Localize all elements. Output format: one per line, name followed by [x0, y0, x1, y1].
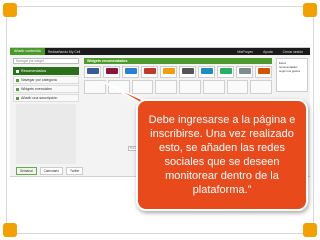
- widget-preview[interactable]: [155, 80, 177, 94]
- widget-tile[interactable]: [103, 66, 120, 78]
- widget-tile[interactable]: [236, 66, 253, 78]
- widget-preview[interactable]: [131, 80, 154, 94]
- tab-calendar[interactable]: Calendario: [39, 166, 64, 175]
- widget-tile[interactable]: [198, 66, 215, 78]
- sidebar-item-essentials[interactable]: Widgets exenciales: [13, 85, 79, 93]
- tab-weekly[interactable]: Semanal: [16, 166, 37, 175]
- widget-tile[interactable]: [179, 66, 196, 78]
- help-link[interactable]: Ayuda: [260, 50, 276, 54]
- sidebar-item-label: Widgets exenciales: [21, 87, 52, 91]
- add-content-button[interactable]: Añadir contenido: [10, 48, 45, 55]
- topbar-link[interactable]: MisProyec: [234, 50, 256, 54]
- app-topbar: Añadir contenido Rediseñando My Cell Mis…: [10, 48, 310, 55]
- bullet-icon: [16, 78, 19, 82]
- bullet-icon: [16, 96, 19, 100]
- widget-preview[interactable]: [84, 80, 106, 94]
- corner-accent: [3, 3, 17, 17]
- logout-link[interactable]: Cerrar sesión: [280, 50, 306, 54]
- widget-logo: [219, 68, 232, 74]
- widget-tile[interactable]: [255, 66, 272, 78]
- widget-preview[interactable]: [202, 80, 225, 94]
- dashboard-panel: [16, 104, 76, 164]
- widget-logo: [124, 68, 137, 74]
- sidebar-item-recommended[interactable]: Recomendados: [13, 67, 79, 75]
- widget-logo: [86, 68, 99, 74]
- widget-tile[interactable]: [84, 66, 101, 78]
- tab-twitter[interactable]: Twitter: [66, 166, 84, 175]
- sidebar-item-label: Recomendados: [21, 69, 47, 73]
- sidebar-item-subscription[interactable]: Añadir una suscripción: [13, 94, 79, 102]
- recommendation-note: Estos recomendados según tus gustos: [276, 58, 308, 92]
- bullet-icon: [16, 69, 19, 73]
- widget-preview[interactable]: [107, 80, 130, 94]
- widget-logo: [105, 68, 118, 74]
- widget-logo: [143, 68, 156, 74]
- widget-preview[interactable]: [250, 80, 272, 94]
- widget-tile[interactable]: [160, 66, 177, 78]
- widget-sidebar: Navegar por widget Recomendados Navegar …: [13, 58, 79, 102]
- callout-text: Debe ingresarse a la página e inscribirs…: [148, 114, 296, 196]
- project-title: Rediseñando My Cell: [47, 49, 81, 54]
- widget-logo: [238, 68, 251, 74]
- sidebar-item-label: Navegar por categoría: [21, 78, 57, 82]
- callout-bubble: Debe ingresarse a la página e inscribirs…: [136, 99, 308, 211]
- sidebar-item-label: Añadir una suscripción: [21, 96, 58, 100]
- topbar-right: MisProyec Ayuda Cerrar sesión: [234, 50, 310, 54]
- widget-tile[interactable]: [141, 66, 158, 78]
- widget-search-input[interactable]: Navegar por widget: [13, 58, 79, 64]
- widget-preview[interactable]: [226, 80, 249, 94]
- widget-logo: [162, 68, 175, 74]
- corner-accent: [303, 223, 317, 237]
- corner-accent: [3, 223, 17, 237]
- widget-tile[interactable]: [122, 66, 139, 78]
- widget-logo: [181, 68, 194, 74]
- widget-logo: [200, 68, 213, 74]
- slide: Añadir contenido Rediseñando My Cell Mis…: [0, 0, 320, 240]
- widget-logo: [257, 68, 270, 74]
- widget-preview-row: [84, 80, 272, 94]
- bullet-icon: [16, 87, 19, 91]
- sidebar-item-categories[interactable]: Navegar por categoría: [13, 76, 79, 84]
- corner-accent: [303, 3, 317, 17]
- widget-preview[interactable]: [179, 80, 201, 94]
- widget-tiles-row: [84, 66, 272, 78]
- recommended-widgets-header: Widgets recomendados: [84, 58, 272, 64]
- widget-tile[interactable]: [217, 66, 234, 78]
